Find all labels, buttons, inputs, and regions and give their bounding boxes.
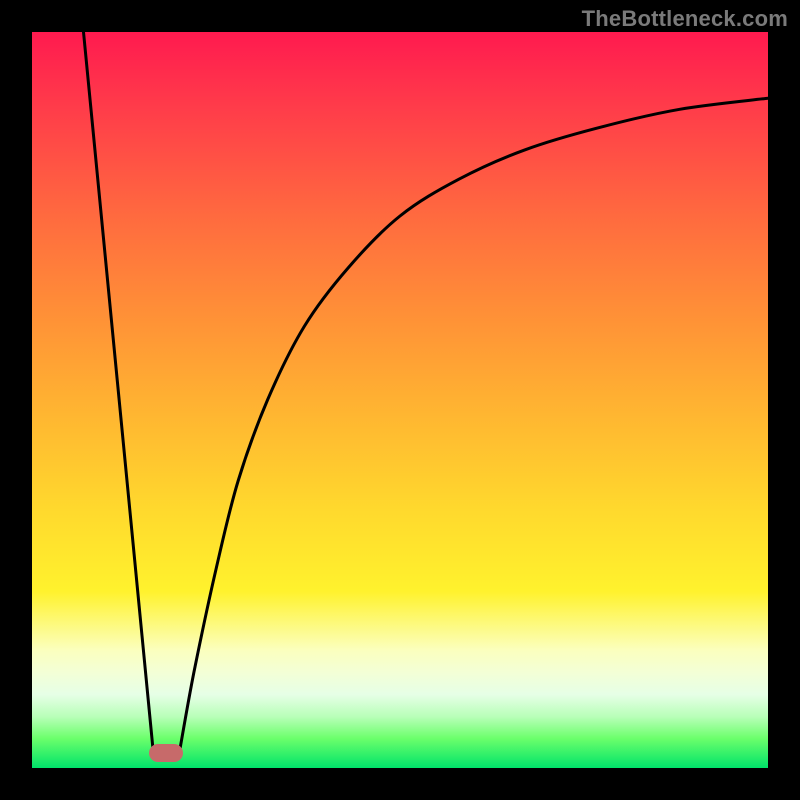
curve-left-branch xyxy=(84,32,154,753)
plot-area xyxy=(32,32,768,768)
watermark-text: TheBottleneck.com xyxy=(582,6,788,32)
chart-curves xyxy=(32,32,768,768)
optimal-marker xyxy=(149,744,183,762)
curve-right-branch xyxy=(179,98,768,753)
